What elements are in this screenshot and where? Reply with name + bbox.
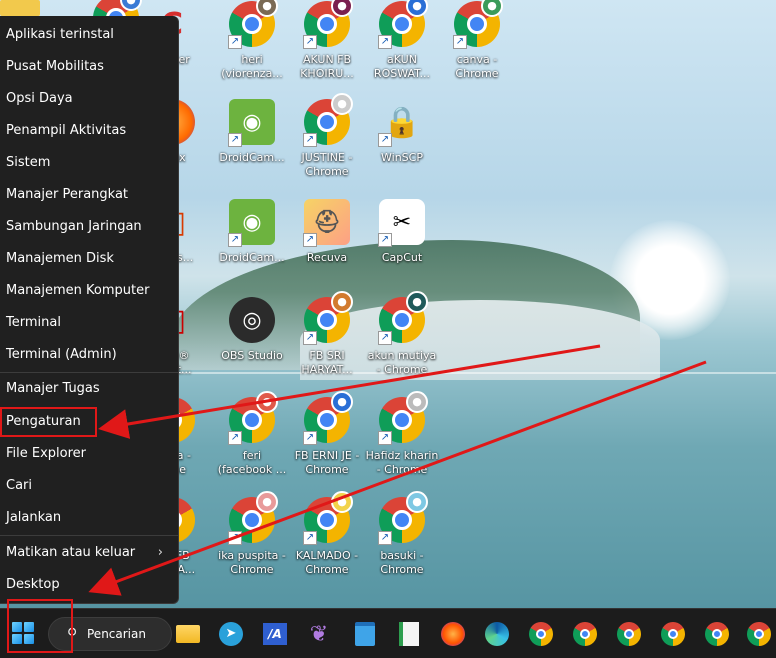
annotation-arrows [88,344,707,596]
